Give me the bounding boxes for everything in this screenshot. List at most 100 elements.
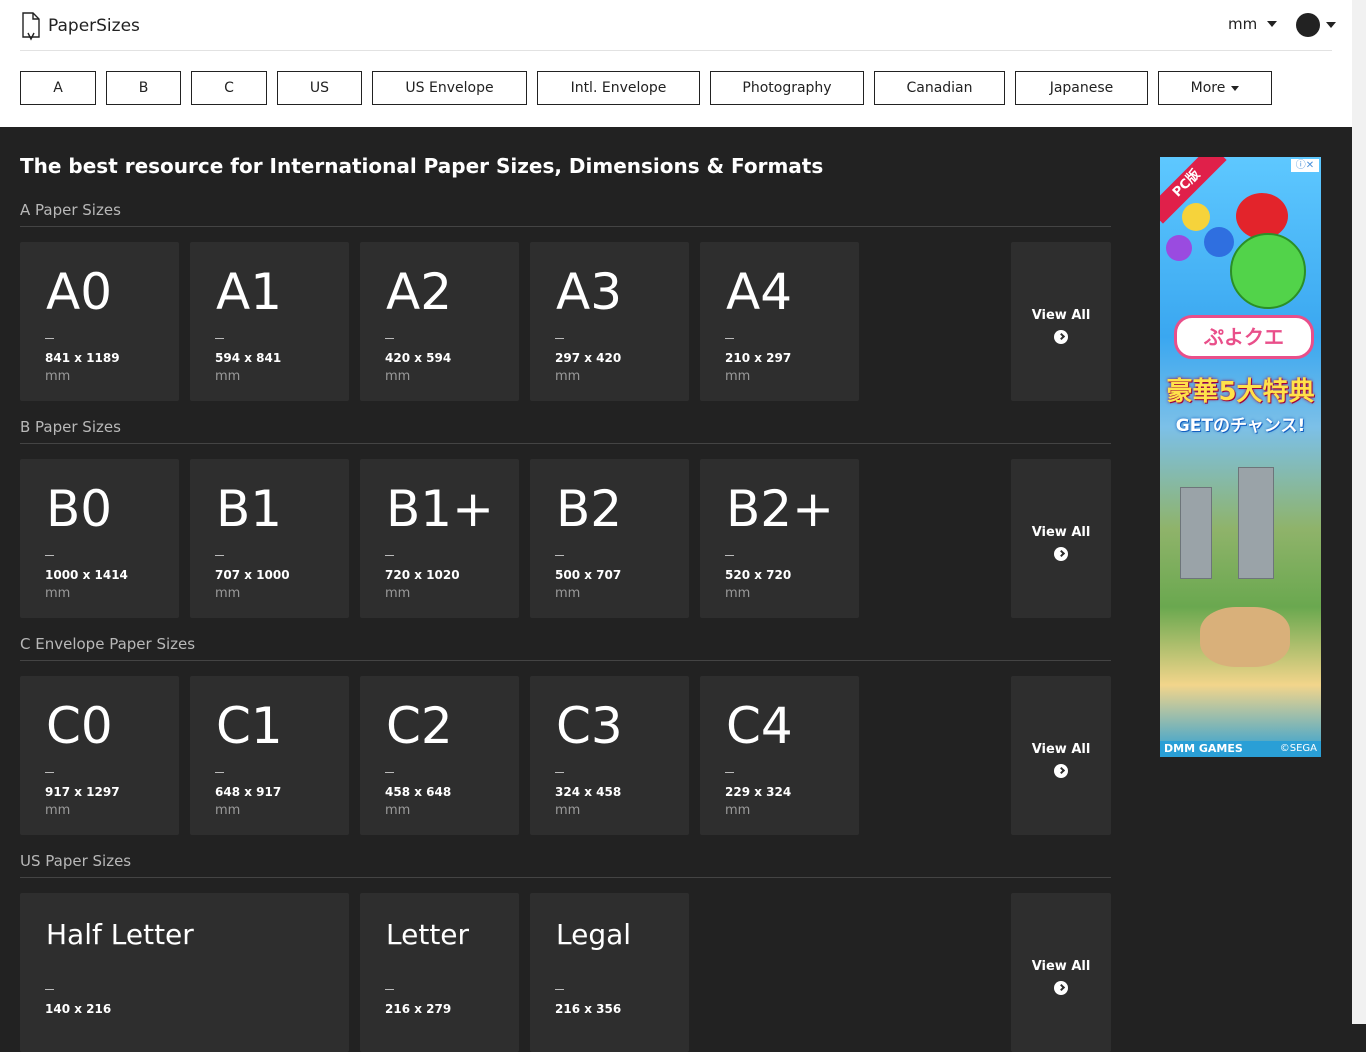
size-card-b2-plus[interactable]: B2+ 520 x 720 mm — [700, 459, 859, 618]
view-all-label: View All — [1031, 959, 1091, 974]
size-unit: mm — [725, 369, 751, 384]
size-name: A0 — [46, 263, 113, 321]
size-dimensions: 216 x 356 — [555, 1002, 622, 1016]
divider-dash — [725, 338, 734, 339]
size-dimensions: 720 x 1020 — [385, 568, 460, 582]
size-unit: mm — [215, 369, 241, 384]
divider-dash — [555, 989, 564, 990]
nav-button-b[interactable]: B — [106, 71, 181, 105]
size-card-half-letter[interactable]: Half Letter 140 x 216 — [20, 893, 349, 1052]
page-scrollbar[interactable] — [1352, 0, 1366, 1024]
ad-publisher: DMM GAMES — [1164, 742, 1243, 755]
ad-game-logo: ぷよクエ — [1174, 315, 1314, 359]
size-card-c4[interactable]: C4 229 x 324 mm — [700, 676, 859, 835]
nav-button-us[interactable]: US — [277, 71, 362, 105]
size-dimensions: 420 x 594 — [385, 351, 452, 365]
divider-dash — [215, 555, 224, 556]
size-unit: mm — [555, 803, 581, 818]
size-card-b2[interactable]: B2 500 x 707 mm — [530, 459, 689, 618]
size-name: B1 — [216, 480, 283, 538]
page-title: The best resource for International Pape… — [20, 154, 824, 178]
size-card-b1[interactable]: B1 707 x 1000 mm — [190, 459, 349, 618]
size-dimensions: 520 x 720 — [725, 568, 792, 582]
advertisement-banner[interactable]: PC版 ⓘ✕ ぷよクエ 豪華5大特典 GETのチャンス! DMM GAMES ©… — [1160, 157, 1321, 757]
size-unit: mm — [215, 803, 241, 818]
chevron-down-icon — [1326, 22, 1336, 28]
size-card-letter[interactable]: Letter 216 x 279 — [360, 893, 519, 1052]
view-all-b-button[interactable]: View All — [1011, 459, 1111, 618]
size-card-legal[interactable]: Legal 216 x 356 — [530, 893, 689, 1052]
brand-logo[interactable]: PaperSizes — [20, 10, 140, 42]
nav-button-c[interactable]: C — [191, 71, 267, 105]
size-unit: mm — [555, 586, 581, 601]
size-dimensions: 297 x 420 — [555, 351, 622, 365]
divider-dash — [385, 338, 394, 339]
view-all-c-button[interactable]: View All — [1011, 676, 1111, 835]
section-divider — [20, 660, 1111, 661]
nav-button-us-envelope[interactable]: US Envelope — [372, 71, 527, 105]
unit-dropdown[interactable]: mm — [1228, 15, 1278, 33]
divider-dash — [385, 989, 394, 990]
yellow-puyo-icon — [1182, 203, 1210, 231]
section-divider — [20, 226, 1111, 227]
size-dimensions: 594 x 841 — [215, 351, 282, 365]
size-dimensions: 210 x 297 — [725, 351, 792, 365]
size-dimensions: 917 x 1297 — [45, 785, 120, 799]
size-name: C0 — [46, 697, 113, 755]
divider-dash — [215, 772, 224, 773]
size-unit: mm — [45, 369, 71, 384]
size-card-a2[interactable]: A2 420 x 594 mm — [360, 242, 519, 401]
size-card-b1-plus[interactable]: B1+ 720 x 1020 mm — [360, 459, 519, 618]
size-unit: mm — [385, 369, 411, 384]
size-card-a3[interactable]: A3 297 x 420 mm — [530, 242, 689, 401]
size-dimensions: 229 x 324 — [725, 785, 792, 799]
view-all-label: View All — [1031, 742, 1091, 757]
top-header: PaperSizes mm A B C US US Envelope Intl.… — [0, 0, 1352, 127]
castle-tower-icon — [1238, 467, 1274, 579]
castle-tower-icon — [1180, 487, 1212, 579]
divider-dash — [215, 338, 224, 339]
nav-button-intl-envelope[interactable]: Intl. Envelope — [537, 71, 700, 105]
view-all-a-button[interactable]: View All — [1011, 242, 1111, 401]
size-card-b0[interactable]: B0 1000 x 1414 mm — [20, 459, 179, 618]
size-dimensions: 707 x 1000 — [215, 568, 290, 582]
view-all-label: View All — [1031, 525, 1091, 540]
nav-button-japanese[interactable]: Japanese — [1015, 71, 1148, 105]
nav-button-a[interactable]: A — [20, 71, 96, 105]
size-name: B0 — [46, 480, 113, 538]
size-name: C2 — [386, 697, 453, 755]
view-all-label: View All — [1031, 308, 1091, 323]
size-card-c1[interactable]: C1 648 x 917 mm — [190, 676, 349, 835]
divider-dash — [555, 772, 564, 773]
ad-headline: 豪華5大特典 — [1166, 377, 1315, 407]
nav-button-photography[interactable]: Photography — [710, 71, 864, 105]
divider-dash — [385, 772, 394, 773]
header-divider — [20, 50, 1332, 51]
size-name: C4 — [726, 697, 793, 755]
size-name: A3 — [556, 263, 623, 321]
blue-puyo-icon — [1204, 227, 1234, 257]
arrow-right-circle-icon — [1054, 764, 1068, 778]
size-card-c0[interactable]: C0 917 x 1297 mm — [20, 676, 179, 835]
view-all-us-button[interactable]: View All — [1011, 893, 1111, 1052]
chevron-down-icon — [1267, 21, 1278, 27]
theme-dropdown[interactable] — [1296, 13, 1336, 37]
size-name: B2+ — [726, 480, 835, 538]
size-unit: mm — [45, 586, 71, 601]
size-card-a0[interactable]: A0 841 x 1189 mm — [20, 242, 179, 401]
size-card-c2[interactable]: C2 458 x 648 mm — [360, 676, 519, 835]
ad-close-icon[interactable]: ⓘ✕ — [1291, 159, 1319, 172]
size-card-c3[interactable]: C3 324 x 458 mm — [530, 676, 689, 835]
nav-button-canadian[interactable]: Canadian — [874, 71, 1005, 105]
size-dimensions: 324 x 458 — [555, 785, 622, 799]
nav-button-more[interactable]: More — [1158, 71, 1272, 105]
size-card-a1[interactable]: A1 594 x 841 mm — [190, 242, 349, 401]
paper-logo-icon — [22, 12, 40, 41]
size-unit: mm — [385, 803, 411, 818]
size-unit: mm — [725, 586, 751, 601]
section-title-b: B Paper Sizes — [20, 418, 121, 436]
size-name: C3 — [556, 697, 623, 755]
size-card-a4[interactable]: A4 210 x 297 mm — [700, 242, 859, 401]
arrow-right-circle-icon — [1054, 547, 1068, 561]
divider-dash — [45, 555, 54, 556]
